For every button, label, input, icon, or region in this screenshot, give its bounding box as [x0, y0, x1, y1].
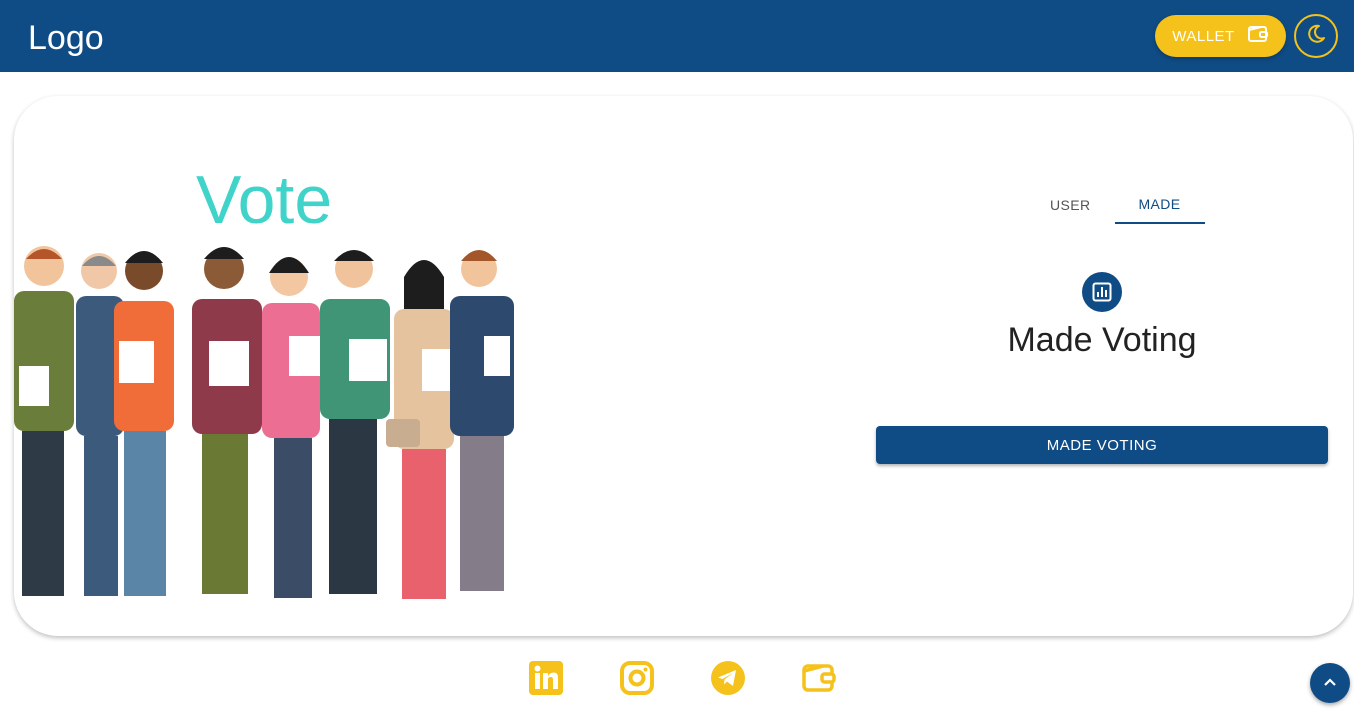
wallet-icon	[1247, 24, 1269, 48]
wallet-icon[interactable]	[801, 660, 837, 696]
wallet-button-label: WALLET	[1172, 27, 1235, 45]
moon-icon	[1305, 23, 1327, 50]
hero-title: Vote	[196, 162, 333, 238]
wallet-button[interactable]: WALLET	[1155, 15, 1286, 57]
telegram-icon[interactable]	[710, 660, 746, 696]
app-bar: Logo WALLET	[0, 0, 1354, 72]
made-voting-button[interactable]: MADE VOTING	[876, 426, 1328, 464]
tab-made[interactable]: MADE	[1114, 186, 1205, 224]
people-illustration	[14, 241, 514, 621]
theme-toggle-button[interactable]	[1294, 14, 1338, 58]
section-title: Made Voting	[1007, 321, 1197, 359]
scroll-to-top-button[interactable]	[1310, 663, 1350, 703]
chevron-up-icon	[1323, 674, 1337, 692]
voting-card: Vote USER MADE Made Voting MADE VOTING	[14, 96, 1353, 636]
tab-user[interactable]: USER	[1026, 186, 1115, 224]
poll-chart-icon	[1082, 272, 1122, 312]
instagram-icon[interactable]	[619, 660, 655, 696]
logo[interactable]: Logo	[28, 18, 104, 58]
linkedin-icon[interactable]	[528, 660, 564, 696]
tabs: USER MADE	[1026, 186, 1205, 224]
